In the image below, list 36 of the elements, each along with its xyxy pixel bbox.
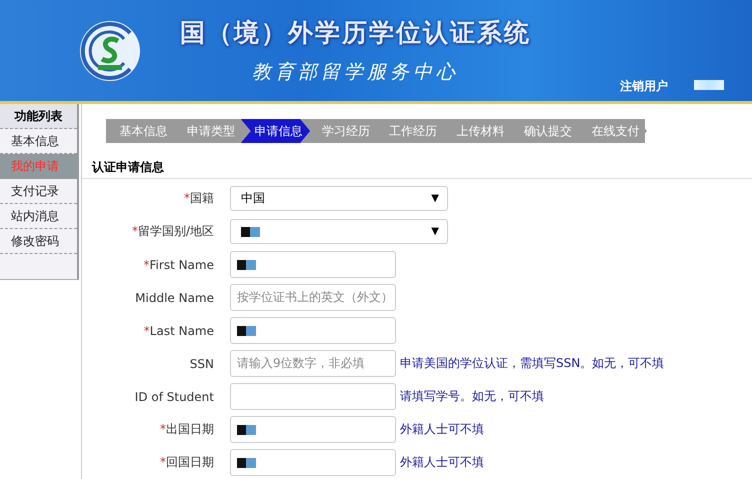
field-label: ID of Student xyxy=(134,390,215,404)
field-hint: 外籍人士可不填 xyxy=(400,421,484,438)
system-subtitle: 教育部留学服务中心 xyxy=(252,60,459,85)
system-title: 国（境）外学历学位认证系统 xyxy=(180,17,531,49)
field-label: *Last Name xyxy=(142,324,215,338)
placeholder-text: 按学位证书上的英文（外文） xyxy=(237,289,393,306)
input-field[interactable] xyxy=(230,416,396,443)
input-field[interactable] xyxy=(230,251,396,278)
field-label: *留学国别/地区 xyxy=(130,223,215,240)
input-field[interactable] xyxy=(230,317,396,344)
input-field[interactable]: 请输入9位数字，非必填 xyxy=(230,350,396,377)
field-label: *国籍 xyxy=(183,190,215,207)
sidebar-item[interactable]: 修改密码 xyxy=(0,229,77,254)
dropdown-caret-icon: ▼ xyxy=(431,193,439,204)
sidebar-heading: 功能列表 xyxy=(0,104,77,129)
logout-link[interactable]: 注销用户 xyxy=(620,78,668,95)
logo-icon xyxy=(78,18,142,82)
select-field[interactable]: 中国 ▼ xyxy=(230,186,448,211)
select-field[interactable]: ▼ xyxy=(230,219,448,244)
field-label: *First Name xyxy=(142,258,215,272)
sidebar-item[interactable]: 站内消息 xyxy=(0,204,77,229)
field-label: SSN xyxy=(188,356,215,370)
input-field[interactable] xyxy=(230,383,396,410)
field-hint: 请填写学号。如无，可不填 xyxy=(400,388,544,405)
field-label: *出国日期 xyxy=(159,421,215,438)
field-hint: 申请美国的学位认证，需填写SSN。如无，可不填 xyxy=(400,355,664,372)
field-label: Middle Name xyxy=(134,290,215,304)
field-label: *回国日期 xyxy=(159,454,215,471)
input-field[interactable]: 按学位证书上的英文（外文） xyxy=(230,284,396,311)
sidebar-item[interactable]: 支付记录 xyxy=(0,179,77,204)
dropdown-caret-icon: ▼ xyxy=(431,226,439,237)
field-hint: 外籍人士可不填 xyxy=(400,454,484,471)
placeholder-text: 请输入9位数字，非必填 xyxy=(237,355,365,372)
section-title: 认证申请信息 xyxy=(82,157,752,179)
input-field[interactable] xyxy=(230,449,396,476)
step-tab[interactable]: 申请信息 xyxy=(240,119,310,143)
